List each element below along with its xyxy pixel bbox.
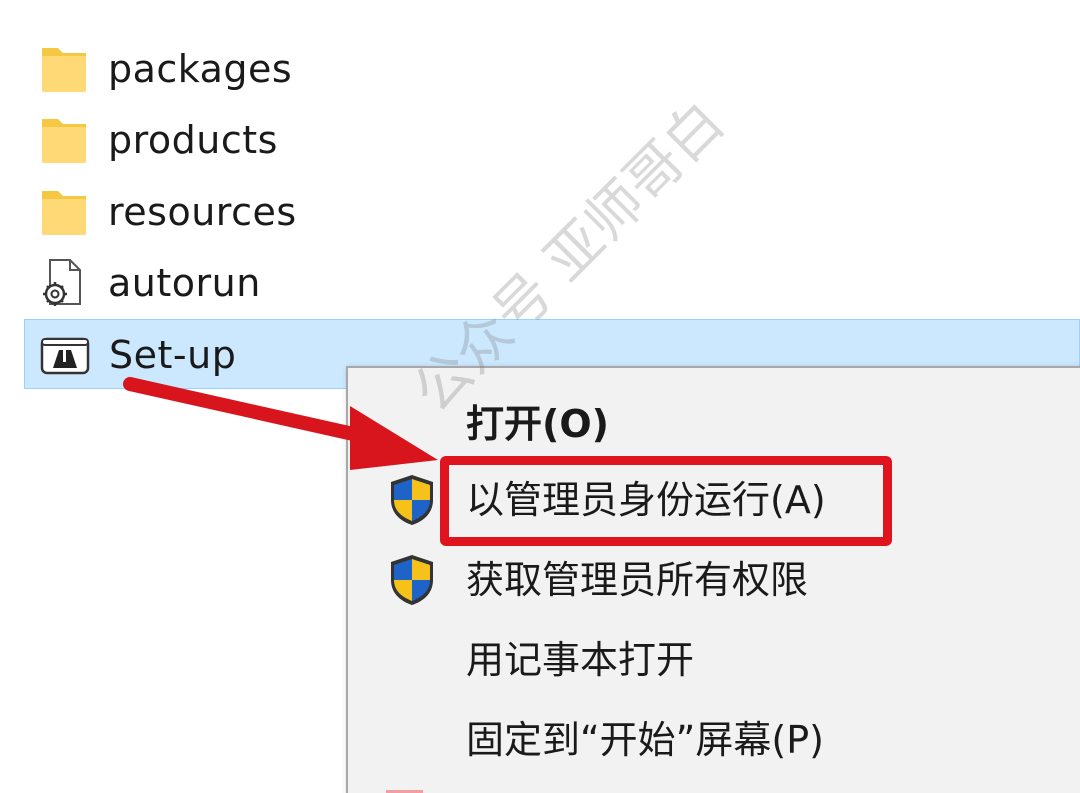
annotation-arrow	[123, 377, 438, 470]
screenshot-stage: packages products resources autorun Set-…	[0, 0, 1080, 793]
